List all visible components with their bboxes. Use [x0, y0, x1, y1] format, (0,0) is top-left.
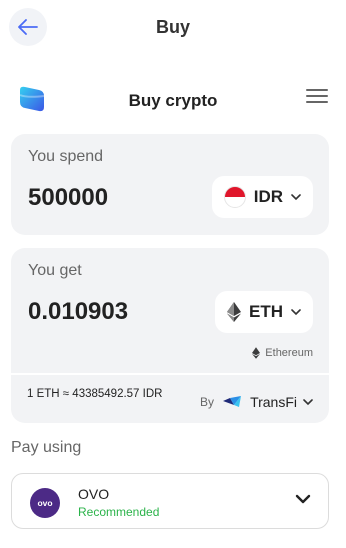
payment-method-name: OVO	[78, 486, 110, 502]
network-label: Ethereum	[252, 347, 313, 359]
recommended-badge: Recommended	[78, 505, 160, 519]
widget-title: Buy crypto	[128, 91, 218, 110]
payment-method-selector[interactable]: ovo OVO Recommended	[11, 473, 329, 529]
provider-name: TransFi	[250, 394, 297, 410]
chevron-down-icon	[295, 494, 311, 504]
get-amount: 0.010903	[28, 298, 129, 325]
exchange-rate: 1 ETH ≈ 43385492.57 IDR	[27, 388, 163, 400]
spend-currency-selector[interactable]: IDR	[211, 176, 313, 218]
spend-currency-label: IDR	[253, 187, 283, 206]
network-name: Ethereum	[265, 347, 313, 359]
get-currency-selector[interactable]: ETH	[215, 291, 313, 333]
ethereum-icon	[227, 302, 241, 322]
pay-using-label: Pay using	[11, 439, 82, 456]
ethereum-icon	[252, 347, 261, 359]
chevron-down-icon	[303, 398, 313, 405]
page-title: Buy	[155, 17, 190, 37]
hamburger-menu-icon[interactable]	[306, 89, 328, 107]
chevron-down-icon	[291, 308, 301, 315]
chevron-down-icon	[291, 193, 301, 200]
ovo-logo-icon: ovo	[30, 488, 60, 518]
spend-amount-input[interactable]: 500000	[28, 184, 108, 212]
get-currency-label: ETH	[249, 302, 283, 321]
spend-label: You spend	[28, 148, 104, 165]
indonesia-flag-icon	[223, 186, 246, 208]
provider-by-label: By	[200, 395, 215, 409]
get-card: You get 0.010903 ETH Ethereum 1 ETH ≈ 43…	[11, 248, 329, 423]
provider-selector[interactable]: By TransFi	[200, 394, 313, 410]
spend-card: You spend 500000 IDR	[11, 134, 329, 235]
top-bar: Buy	[0, 0, 346, 56]
widget-header: Buy crypto	[0, 80, 346, 120]
transfi-logo-icon	[223, 396, 242, 407]
divider	[11, 373, 329, 375]
get-label: You get	[28, 262, 82, 279]
